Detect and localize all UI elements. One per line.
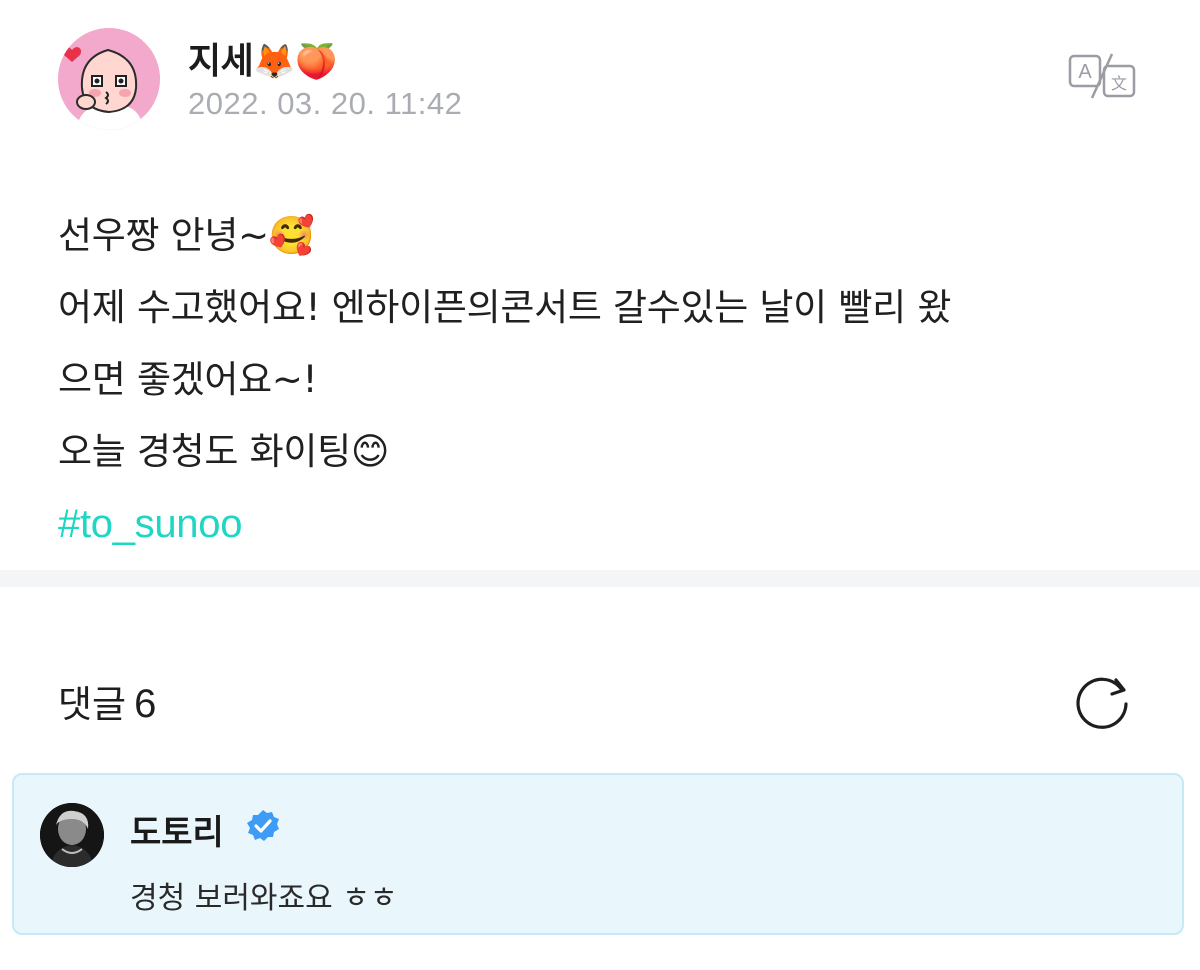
post-author-name[interactable]: 지세🦊🍑 [188,32,337,84]
comments-header: 댓글 6 [58,668,1148,732]
comment-author-name: 도토리 [130,813,224,853]
section-divider [0,570,1200,587]
comment-author[interactable]: 도토리 [130,805,280,856]
author-name-text: 지세 [188,41,254,82]
author-name-emojis: 🦊🍑 [253,42,337,82]
peach-character-avatar-image [58,28,160,130]
comments-count: 6 [134,682,157,726]
post-text-line: 오늘 경청도 화이팅😊 [58,430,390,473]
translate-icon: A 文 [1068,53,1136,99]
comment-text: 경청 보러와죠요 ㅎㅎ [130,881,398,916]
author-avatar[interactable] [58,28,160,130]
comments-title: 댓글 6 [58,674,156,728]
post-text-line: 선우짱 안녕~🥰 [58,214,315,257]
verified-badge-icon [246,809,280,852]
refresh-button[interactable] [1070,668,1134,732]
comments-label: 댓글 [58,683,127,726]
post-text-line: 으면 좋겠어요~! [58,358,318,401]
comment-author-avatar[interactable] [40,803,104,867]
svg-text:文: 文 [1111,74,1127,93]
refresh-icon [1076,677,1128,729]
post-text-line: 어제 수고했어요! 엔하이픈의콘서트 갈수있는 날이 빨리 왔 [58,286,952,329]
artist-photo-avatar-image [40,803,104,867]
translate-button[interactable]: A 文 [1068,52,1138,100]
post-date: 2022. 03. 20. 11:42 [188,86,463,121]
highlighted-comment[interactable]: 도토리 경청 보러와죠요 ㅎㅎ [12,773,1184,935]
post-content: 선우짱 안녕~🥰 어제 수고했어요! 엔하이픈의콘서트 갈수있는 날이 빨리 왔… [58,200,1148,561]
post-header: 지세🦊🍑 2022. 03. 20. 11:42 A 文 [58,28,1148,132]
hashtag-link[interactable]: #to_sunoo [58,488,242,560]
svg-text:A: A [1078,61,1092,83]
